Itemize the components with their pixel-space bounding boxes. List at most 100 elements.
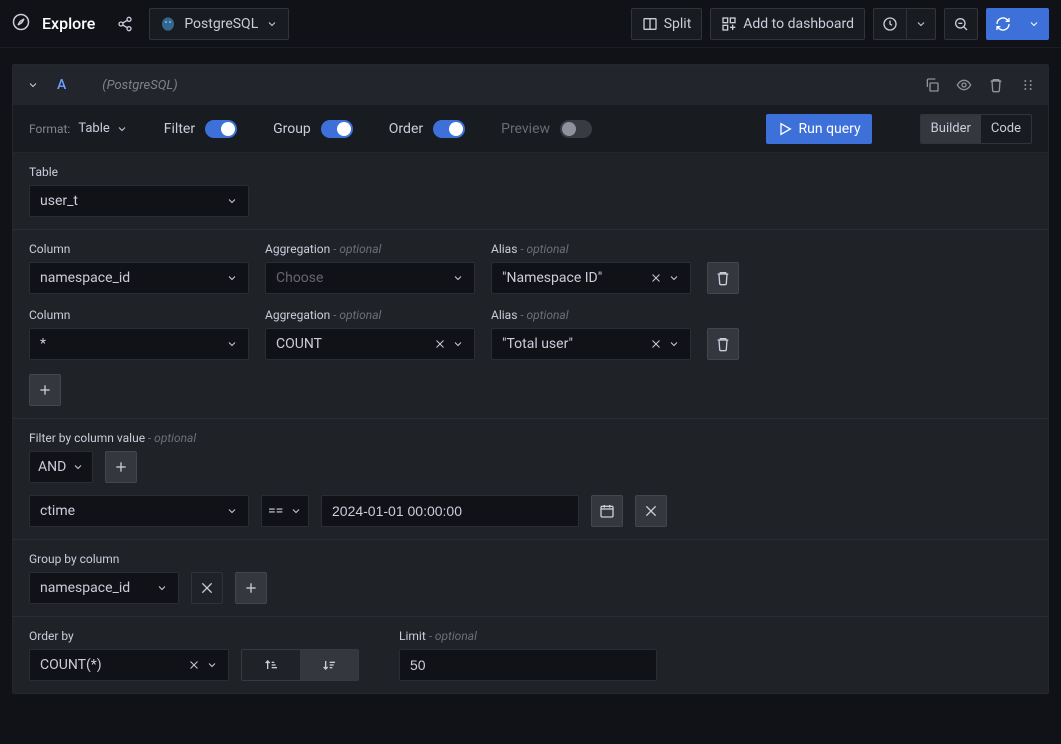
chevron-down-icon <box>668 338 680 350</box>
aggregation-select[interactable]: Choose <box>265 262 475 294</box>
eye-icon <box>956 77 972 93</box>
drag-handle[interactable] <box>1016 73 1040 97</box>
filter-section-label: Filter by column value - optional <box>29 431 1032 445</box>
compass-icon <box>12 13 30 35</box>
chevron-down-icon <box>452 272 464 284</box>
column-select[interactable]: * <box>29 328 249 360</box>
plus-icon <box>37 382 53 398</box>
preview-toggle-label: Preview <box>501 121 550 137</box>
builder-mode-button[interactable]: Builder <box>921 115 981 143</box>
alias-value: "Total user" <box>502 336 573 352</box>
run-query-label: Run query <box>799 121 861 137</box>
clear-icon[interactable] <box>650 338 662 350</box>
add-groupby-button[interactable] <box>235 572 267 604</box>
aggregation-value: COUNT <box>276 336 322 352</box>
toggle-visibility-button[interactable] <box>952 73 976 97</box>
query-datasource-hint: (PostgreSQL) <box>102 78 177 93</box>
time-range-button[interactable] <box>873 8 907 40</box>
limit-input[interactable] <box>399 649 657 681</box>
date-picker-button[interactable] <box>591 495 623 527</box>
remove-groupby-button[interactable] <box>191 572 223 604</box>
filter-toggle[interactable] <box>205 120 237 138</box>
clear-icon[interactable] <box>434 338 446 350</box>
remove-filter-button[interactable] <box>635 495 667 527</box>
aggregation-label: Aggregation - optional <box>265 308 475 322</box>
column-select[interactable]: namespace_id <box>29 262 249 294</box>
split-label: Split <box>664 16 692 32</box>
sort-desc-button[interactable] <box>300 650 358 680</box>
chevron-down-icon <box>72 461 84 473</box>
format-value: Table <box>78 121 109 136</box>
calendar-icon <box>599 503 615 519</box>
groupby-select[interactable]: namespace_id <box>29 572 179 604</box>
zoom-out-button[interactable] <box>944 8 978 40</box>
postgresql-icon <box>160 16 176 32</box>
time-range-picker[interactable] <box>873 8 936 40</box>
table-value: user_t <box>40 193 78 209</box>
column-row: Column namespace_id Aggregation - option… <box>29 242 1032 294</box>
trash-icon <box>988 77 1004 93</box>
run-query-button[interactable]: Run query <box>766 114 872 144</box>
refresh-interval-dropdown[interactable] <box>1020 8 1049 40</box>
close-icon <box>643 503 659 519</box>
remove-column-button[interactable] <box>707 328 739 360</box>
sort-direction-segment <box>241 649 359 681</box>
clear-icon[interactable] <box>188 659 200 671</box>
groupby-value: namespace_id <box>40 580 130 596</box>
add-to-dashboard-button[interactable]: Add to dashboard <box>710 8 865 40</box>
add-column-button[interactable] <box>29 374 61 406</box>
alias-select[interactable]: "Namespace ID" <box>491 262 691 294</box>
refresh-group <box>986 8 1049 40</box>
page-title: Explore <box>42 14 95 33</box>
preview-toggle[interactable] <box>560 120 592 138</box>
chevron-down-icon <box>668 272 680 284</box>
share-icon[interactable] <box>117 16 133 32</box>
group-toggle[interactable] <box>321 120 353 138</box>
alias-select[interactable]: "Total user" <box>491 328 691 360</box>
refresh-button[interactable] <box>986 8 1020 40</box>
duplicate-query-button[interactable] <box>920 73 944 97</box>
delete-query-button[interactable] <box>984 73 1008 97</box>
alias-label: Alias - optional <box>491 308 691 322</box>
orderby-label: Order by <box>29 629 359 643</box>
chevron-down-icon <box>1028 18 1040 30</box>
sort-asc-icon <box>263 657 279 673</box>
aggregation-select[interactable]: COUNT <box>265 328 475 360</box>
chevron-down-icon <box>226 195 238 207</box>
copy-icon <box>924 77 940 93</box>
time-range-dropdown[interactable] <box>907 8 936 40</box>
format-select[interactable]: Table <box>78 121 127 136</box>
table-select[interactable]: user_t <box>29 185 249 217</box>
collapse-toggle[interactable] <box>21 73 45 97</box>
orderby-select[interactable]: COUNT(*) <box>29 649 229 681</box>
filter-operator-select[interactable]: == <box>261 495 309 527</box>
sort-asc-button[interactable] <box>242 650 300 680</box>
filter-operator-value: == <box>268 503 283 519</box>
column-value: * <box>40 336 46 352</box>
table-label: Table <box>29 165 1032 179</box>
chevron-down-icon <box>27 79 39 91</box>
groupby-section: Group by column namespace_id <box>13 540 1048 617</box>
clear-icon[interactable] <box>650 272 662 284</box>
aggregation-label: Aggregation - optional <box>265 242 475 256</box>
aggregation-placeholder: Choose <box>276 270 323 286</box>
column-label: Column <box>29 308 249 322</box>
column-row: Column * Aggregation - optional COUNT Al… <box>29 308 1032 360</box>
split-button[interactable]: Split <box>631 8 703 40</box>
clock-icon <box>882 16 898 32</box>
filter-field-select[interactable]: ctime <box>29 495 249 527</box>
alias-value: "Namespace ID" <box>502 270 602 286</box>
query-ref-id[interactable]: A <box>57 77 66 93</box>
order-toggle[interactable] <box>433 120 465 138</box>
group-toggle-label: Group <box>273 121 311 137</box>
trash-icon <box>715 270 731 286</box>
code-mode-button[interactable]: Code <box>981 115 1031 143</box>
filter-logic-select[interactable]: AND <box>29 451 93 483</box>
column-value: namespace_id <box>40 270 130 286</box>
datasource-picker[interactable]: PostgreSQL <box>149 8 289 40</box>
add-filter-button[interactable] <box>105 451 137 483</box>
chevron-down-icon <box>226 272 238 284</box>
remove-column-button[interactable] <box>707 262 739 294</box>
filter-value-input[interactable] <box>321 495 579 527</box>
limit-label: Limit - optional <box>399 629 657 643</box>
